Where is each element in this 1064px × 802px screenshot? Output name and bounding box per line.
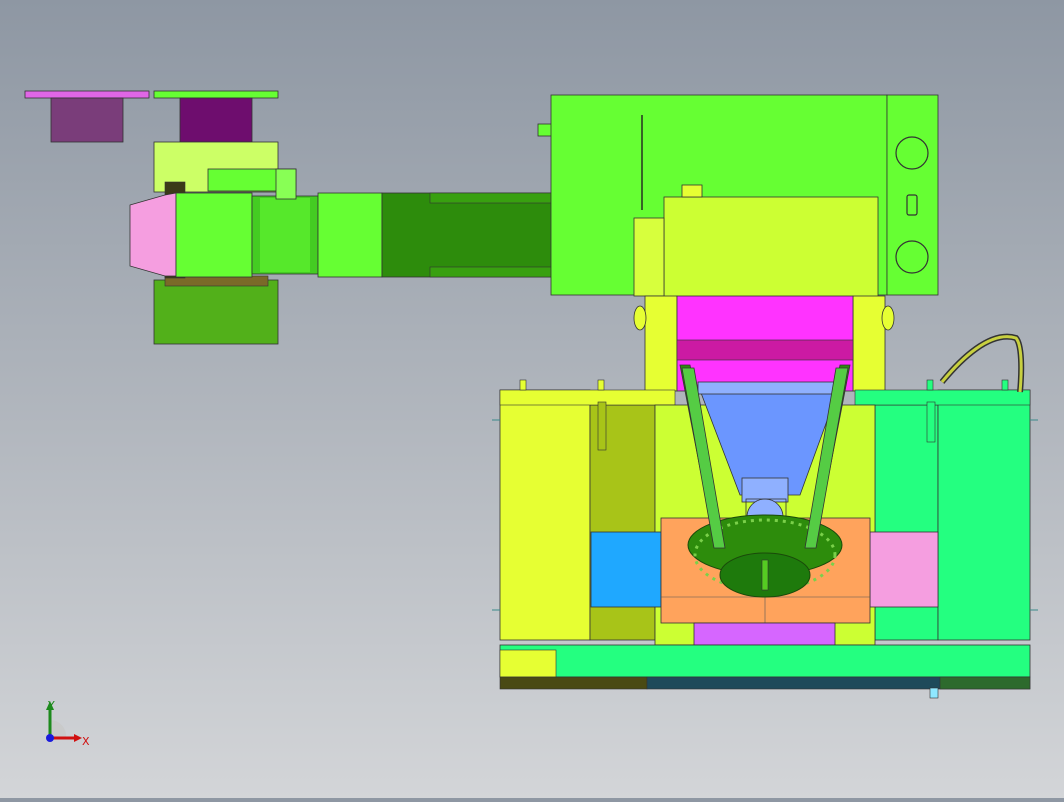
pink-side-block bbox=[869, 531, 939, 608]
right-top-stud-2 bbox=[1001, 379, 1009, 391]
base-right-panel bbox=[937, 389, 1031, 641]
column-right-knob bbox=[881, 305, 895, 331]
machine-assembly-top-view bbox=[24, 90, 1038, 699]
coordinate-triad: X Y bbox=[40, 698, 100, 758]
base-bottom-yellow bbox=[499, 649, 557, 678]
hopper-neck bbox=[741, 477, 789, 503]
lavender-block bbox=[693, 622, 836, 646]
motor-cap bbox=[681, 184, 703, 198]
base-top-left-ledge bbox=[499, 389, 676, 406]
column-left-knob bbox=[633, 305, 647, 331]
right-pin-1 bbox=[926, 401, 936, 443]
housing-stub bbox=[537, 123, 553, 137]
bowl-pin bbox=[761, 559, 769, 591]
upper-housing bbox=[537, 94, 939, 298]
hopper-top-rim bbox=[697, 381, 839, 395]
x-axis-label: X bbox=[82, 735, 90, 748]
y-axis-label: Y bbox=[48, 699, 55, 712]
column-right-yellow bbox=[852, 295, 886, 392]
arm-base-lower bbox=[153, 279, 279, 345]
arm-clamp-knob bbox=[275, 168, 297, 200]
motor-side-block bbox=[633, 217, 665, 297]
hopper-assembly bbox=[679, 364, 851, 598]
bottom-connector bbox=[929, 687, 939, 699]
arm-segment-light bbox=[317, 192, 383, 278]
mid-top-stud bbox=[597, 379, 605, 391]
base-left-panel bbox=[499, 389, 591, 641]
column-left-yellow bbox=[644, 295, 678, 392]
left-pin-1 bbox=[597, 401, 607, 451]
arm-joint-block bbox=[175, 192, 253, 278]
left-top-stud bbox=[519, 379, 527, 391]
top-plate-right-bar bbox=[153, 90, 279, 99]
left-purple-block bbox=[50, 97, 124, 143]
central-column bbox=[633, 295, 895, 392]
cad-viewport[interactable]: X Y bbox=[0, 0, 1064, 798]
motor-block bbox=[663, 196, 879, 298]
blue-side-block bbox=[590, 531, 662, 608]
right-top-stud-1 bbox=[926, 379, 934, 391]
base-foot-green bbox=[939, 676, 1031, 690]
right-purple-block bbox=[179, 97, 253, 143]
gripper-head bbox=[129, 192, 177, 277]
top-plate-left-bar bbox=[24, 90, 150, 99]
base-foot-left bbox=[499, 676, 648, 690]
base-bottom-bar bbox=[499, 644, 1031, 678]
arm-cylinder-shade bbox=[260, 198, 310, 272]
base-top-right-ledge bbox=[854, 389, 1031, 406]
column-magenta-band bbox=[676, 339, 854, 361]
